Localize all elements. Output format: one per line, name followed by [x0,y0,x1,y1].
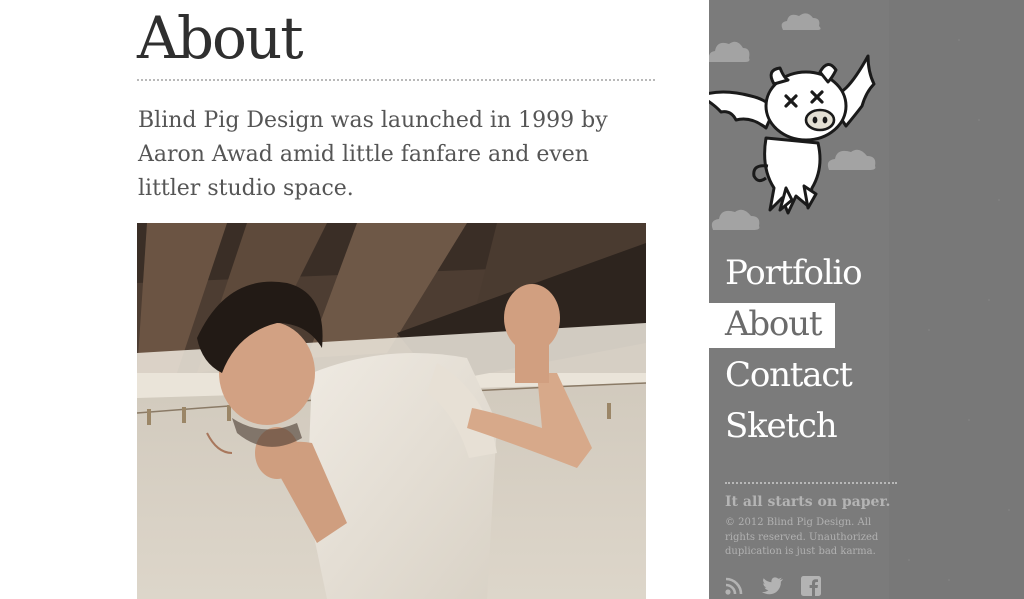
nav-item-label: Sketch [725,406,838,446]
nav-item-about[interactable]: About [709,299,1024,350]
nav-item-sketch[interactable]: Sketch [709,401,1024,452]
nav-item-portfolio[interactable]: Portfolio [709,248,1024,299]
nav-item-contact[interactable]: Contact [709,350,1024,401]
copyright-text: © 2012 Blind Pig Design. All rights rese… [725,517,879,557]
nav-item-label: Portfolio [725,253,863,293]
sidebar: Portfolio About Contact Sketch It all st… [709,0,1024,599]
studio-photo [137,223,646,599]
twitter-icon[interactable] [762,576,784,596]
main-nav: Portfolio About Contact Sketch [709,248,1024,452]
nav-item-label: About [725,304,823,344]
page-title: About [137,4,304,72]
sidebar-divider [725,482,897,484]
main-content: About Blind Pig Design was launched in 1… [0,0,709,599]
social-links [724,576,822,596]
intro-text: Blind Pig Design was launched in 1999 by… [138,108,608,201]
tagline: It all starts on paper. [725,494,891,510]
cloud-icon [781,13,821,30]
nav-item-label: Contact [725,355,853,395]
rss-icon[interactable] [724,576,746,596]
flying-pig-logo [709,54,876,215]
facebook-icon[interactable] [800,576,822,596]
title-divider [137,79,655,81]
